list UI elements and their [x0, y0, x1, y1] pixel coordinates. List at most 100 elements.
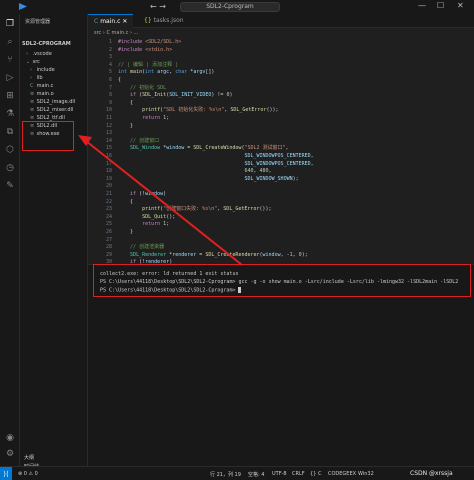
- run-debug-icon[interactable]: ▷: [4, 72, 16, 84]
- explorer-sidebar: 资源管理器 SDL2-CPROGRAM › .vscode ⌄ src › incl…: [20, 14, 88, 470]
- tab-label: tasks.json: [153, 17, 184, 24]
- encoding[interactable]: UTF-8: [272, 471, 287, 477]
- tree-item-sdl2-image-dll[interactable]: ≡ SDL2_image.dll: [30, 98, 75, 106]
- c-file-icon: C: [94, 18, 99, 25]
- timer-icon[interactable]: ◷: [4, 162, 16, 174]
- tree-item-sdl2-mixer-dll[interactable]: ≡ SDL2_mixer.dll: [30, 106, 73, 114]
- remote-icon[interactable]: ⟩⟨: [0, 467, 12, 480]
- line-number: 9: [108, 99, 112, 106]
- tree-item-main-o[interactable]: ≡ main.o: [30, 90, 54, 98]
- extensions-icon[interactable]: ⊞: [4, 90, 16, 102]
- line-number: 2: [108, 46, 112, 53]
- line-number: 4: [108, 61, 112, 68]
- tab-main-c[interactable]: Cmain.c ✕: [88, 14, 134, 28]
- indentation[interactable]: 空格: 4: [248, 471, 264, 478]
- line-number: 13: [105, 130, 112, 137]
- line-number: 21: [105, 191, 112, 197]
- language-mode[interactable]: {} C: [310, 471, 321, 477]
- code-text: SDL_WINDOWPOS_CENTERED,: [244, 153, 314, 159]
- remote-explorer-icon[interactable]: ⧉: [4, 126, 16, 138]
- code-text: SDL_WINDOW_SHOWN);: [244, 175, 299, 182]
- cursor-position[interactable]: 行 21，列 19: [210, 471, 241, 478]
- annotation-box-files: [22, 121, 74, 151]
- codegeex-icon[interactable]: ⬡: [4, 144, 16, 156]
- command-center-search[interactable]: SDL2-Cprogram: [180, 2, 280, 12]
- code-text: #include <stdio.h>: [118, 46, 173, 53]
- line-number: 7: [108, 84, 112, 91]
- line-number: 16: [105, 153, 112, 159]
- tab-tasks-json[interactable]: {} tasks.json: [138, 14, 190, 28]
- code-text: SDL_WINDOWPOS_CENTERED,: [244, 160, 314, 167]
- code-text: {: [118, 77, 122, 83]
- source-control-icon[interactable]: ⑂: [4, 54, 16, 66]
- title-bar: ← → SDL2-Cprogram — ☐ ✕: [0, 0, 474, 14]
- line-number: 22: [105, 198, 112, 205]
- line-number: 3: [108, 54, 112, 61]
- search-icon[interactable]: ⌕: [4, 36, 16, 48]
- code-text: 640, 480,: [244, 168, 272, 175]
- breadcrumb[interactable]: src › C main.c › ...: [94, 30, 138, 36]
- nav-arrows[interactable]: ← →: [150, 2, 166, 11]
- code-text: // | 编辑 | 添加注释 |: [118, 61, 179, 68]
- json-file-icon: {}: [144, 17, 152, 24]
- activity-bar: ❐ ⌕ ⑂ ▷ ⊞ ⚗ ⧉ ⬡ ◷ ✎ ◉ ⚙: [0, 14, 20, 466]
- line-number: 28: [105, 244, 112, 251]
- outline-section[interactable]: 大纲: [24, 454, 34, 461]
- account-icon[interactable]: ◉: [4, 432, 16, 444]
- eol[interactable]: CRLF: [292, 471, 305, 477]
- tree-item-lib[interactable]: › lib: [30, 74, 43, 82]
- annotation-box-terminal: [93, 264, 471, 297]
- tree-item-src[interactable]: ⌄ src: [26, 58, 40, 66]
- line-number: 8: [108, 92, 112, 99]
- tab-label: main.c: [100, 18, 121, 25]
- line-number: 6: [108, 77, 112, 83]
- line-number: 24: [105, 213, 112, 220]
- workspace-root[interactable]: SDL2-CPROGRAM: [22, 41, 71, 47]
- tree-item-label: .vscode: [31, 51, 52, 57]
- status-bar: ⟩⟨ ⊗ 0 ⚠ 0 行 21，列 19 空格: 4 UTF-8 CRLF {}…: [0, 466, 474, 480]
- line-number: 23: [105, 206, 112, 213]
- code-text: printf("创建窗口失败: %s\n", SDL_GetError());: [142, 206, 272, 213]
- codegeex-status[interactable]: CODEGEEX: [328, 471, 356, 477]
- code-text: if (SDL_Init(SDL_INIT_VIDEO) != 0): [130, 92, 233, 99]
- line-number: 10: [105, 107, 112, 114]
- platform[interactable]: Win32: [358, 471, 374, 477]
- explorer-icon[interactable]: ❐: [4, 18, 16, 30]
- copilot-icon[interactable]: ✎: [4, 180, 16, 192]
- line-number: 25: [105, 221, 112, 228]
- code-text: }: [118, 122, 134, 129]
- line-number: 19: [105, 175, 112, 182]
- tree-item-include[interactable]: › include: [30, 66, 55, 74]
- watermark: CSDN @xrssja: [410, 470, 453, 477]
- gear-icon[interactable]: ⚙: [4, 448, 16, 460]
- code-text: }: [118, 229, 134, 235]
- close-button[interactable]: ✕: [457, 1, 464, 10]
- code-text: SDL_Renderer *renderer = SDL_CreateRende…: [130, 251, 308, 258]
- code-text: // 创建窗口: [130, 137, 160, 144]
- tree-item--vscode[interactable]: › .vscode: [26, 50, 52, 58]
- tree-item-main-c[interactable]: C main.c: [30, 82, 53, 90]
- line-number: 17: [105, 160, 112, 167]
- maximize-button[interactable]: ☐: [437, 1, 444, 10]
- line-number: 5: [108, 69, 112, 76]
- code-text: // 创建渲染器: [130, 244, 165, 251]
- line-number: 15: [105, 145, 112, 152]
- tree-item-label: SDL2_mixer.dll: [35, 107, 74, 113]
- line-number: 11: [105, 115, 112, 121]
- testing-icon[interactable]: ⚗: [4, 108, 16, 120]
- code-text: {: [118, 99, 134, 106]
- code-text: return 1;: [142, 115, 170, 121]
- minimize-button[interactable]: —: [418, 1, 426, 10]
- code-text: SDL_Window *window = SDL_CreateWindow("S…: [130, 145, 289, 152]
- code-text: printf("SDL 初始化失败: %s\n", SDL_GetError()…: [142, 107, 279, 114]
- line-number: 26: [105, 229, 112, 235]
- problems-count[interactable]: ⊗ 0 ⚠ 0: [18, 471, 38, 477]
- app-logo-icon[interactable]: [18, 2, 28, 11]
- line-number: 1: [108, 39, 112, 45]
- line-number: 12: [105, 122, 112, 129]
- code-text: int main(int argc, char *argv[]): [118, 69, 215, 76]
- tree-item-label: lib: [35, 75, 43, 81]
- code-text: SDL_Quit();: [142, 213, 176, 220]
- editor-tabs: Cmain.c ✕ {} tasks.json: [88, 14, 474, 28]
- line-number: 27: [105, 236, 112, 243]
